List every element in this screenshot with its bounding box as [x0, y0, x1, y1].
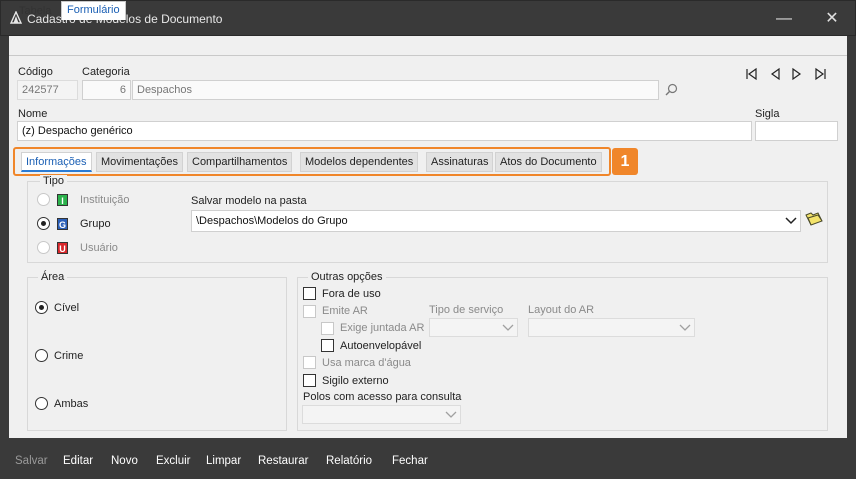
minimize-icon[interactable]: — [774, 9, 794, 29]
limpar-button[interactable]: Limpar [206, 455, 241, 467]
editar-button[interactable]: Editar [63, 455, 93, 467]
folder-icon[interactable] [805, 211, 823, 227]
relatorio-button[interactable]: Relatório [326, 455, 372, 467]
first-record-icon[interactable] [745, 67, 759, 81]
emite-ar-label: Emite AR [322, 305, 368, 317]
last-record-icon[interactable] [813, 67, 827, 81]
tipo-servico-label: Tipo de serviço [429, 304, 504, 316]
marca-dagua-checkbox[interactable] [303, 356, 316, 369]
chevron-down-icon[interactable] [785, 215, 797, 227]
chevron-down-icon [679, 324, 691, 331]
outras-opcoes-title: Outras opções [308, 271, 386, 283]
usuario-label: Usuário [80, 242, 118, 254]
instituicao-label: Instituição [80, 194, 130, 206]
pasta-label: Salvar modelo na pasta [191, 195, 307, 207]
codigo-label: Código [18, 66, 53, 78]
excluir-button[interactable]: Excluir [156, 455, 191, 467]
fora-de-uso-label: Fora de uso [322, 288, 381, 300]
fora-de-uso-checkbox[interactable] [303, 287, 316, 300]
polos-select[interactable] [302, 405, 461, 424]
salvar-button[interactable]: Salvar [15, 455, 48, 467]
categoria-name-field[interactable]: Despachos [132, 80, 659, 100]
usuario-type-icon: U [57, 242, 68, 254]
tab-label: Formulário [67, 4, 120, 16]
sigilo-externo-label: Sigilo externo [322, 375, 389, 387]
grupo-label: Grupo [80, 218, 111, 230]
codigo-field: 242577 [17, 80, 78, 100]
title-bar: Cadastro de Modelos de Documento — ✕ [0, 0, 856, 36]
next-record-icon[interactable] [789, 67, 803, 81]
radio-crime[interactable] [35, 349, 48, 362]
civel-label: Cível [54, 302, 80, 314]
layout-ar-select[interactable] [528, 318, 695, 337]
exige-juntada-label: Exige juntada AR [340, 322, 425, 334]
tab-divider [9, 55, 847, 56]
nome-label: Nome [18, 108, 48, 120]
radio-usuario[interactable] [37, 241, 50, 254]
radio-civel[interactable] [35, 301, 48, 314]
callout-highlight [13, 147, 611, 176]
instituicao-type-icon: I [57, 194, 68, 206]
chevron-down-icon [502, 324, 514, 331]
close-icon[interactable]: ✕ [822, 9, 842, 29]
categoria-label: Categoria [82, 66, 130, 78]
radio-grupo[interactable] [37, 217, 50, 230]
autoenvelopavel-label: Autoenvelopável [340, 340, 422, 352]
search-icon[interactable] [665, 83, 678, 96]
tab-tabela[interactable]: Tabela [14, 3, 56, 20]
grupo-type-icon: G [57, 218, 68, 230]
exige-juntada-checkbox[interactable] [321, 322, 334, 335]
sigla-field[interactable] [755, 121, 838, 141]
sigilo-externo-checkbox[interactable] [303, 374, 316, 387]
radio-ambas[interactable] [35, 397, 48, 410]
emite-ar-checkbox[interactable] [303, 305, 316, 318]
pasta-field[interactable]: \Despachos\Modelos do Grupo [191, 210, 801, 232]
crime-label: Crime [54, 350, 84, 362]
layout-ar-label: Layout do AR [528, 304, 595, 316]
radio-instituicao[interactable] [37, 193, 50, 206]
categoria-code-field[interactable]: 6 [82, 80, 131, 100]
previous-record-icon[interactable] [769, 67, 783, 81]
restaurar-button[interactable]: Restaurar [258, 455, 309, 467]
polos-label: Polos com acesso para consulta [303, 391, 462, 403]
nome-field[interactable]: (z) Despacho genérico [17, 121, 752, 141]
marca-dagua-label: Usa marca d'água [322, 357, 411, 369]
tab-formulario[interactable]: Formulário [61, 1, 126, 20]
tab-label: Tabela [19, 5, 52, 17]
fechar-button[interactable]: Fechar [392, 455, 428, 467]
sigla-label: Sigla [755, 108, 780, 120]
novo-button[interactable]: Novo [111, 455, 138, 467]
chevron-down-icon [445, 411, 457, 418]
autoenvelopavel-checkbox[interactable] [321, 339, 334, 352]
area-group-title: Área [38, 271, 68, 283]
callout-badge: 1 [612, 148, 638, 175]
ambas-label: Ambas [54, 398, 89, 410]
tipo-group-title: Tipo [40, 175, 67, 187]
